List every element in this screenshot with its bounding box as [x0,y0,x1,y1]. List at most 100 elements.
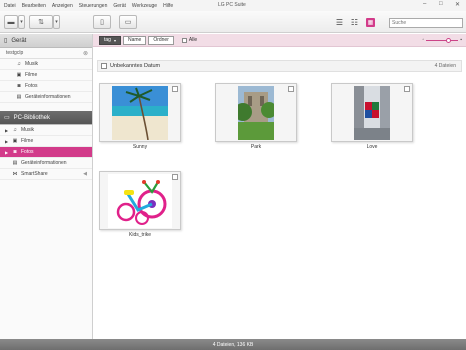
filter-bar: tag ▾ Name Ordner Alle ▫ ▪ [93,34,466,47]
photo-thumbnail-love[interactable] [331,83,413,142]
device-name: testgclp [6,50,24,56]
sync-button[interactable]: ⇅ [29,15,53,29]
menu-help[interactable]: Hilfe [163,3,173,9]
sync-icon: ⇅ [38,19,44,26]
maximize-icon[interactable]: □ [439,1,443,7]
beach-photo [112,85,168,140]
photo-select-checkbox[interactable] [288,86,294,92]
transfer-to-pc-button[interactable]: ▭ [119,15,137,29]
sidebar-item-label: Geräteinformationen [25,94,71,100]
sidebar-item-smartshare[interactable]: ⋈ SmartShare ◀ [0,169,92,180]
menu-view[interactable]: Anzeigen [52,3,73,9]
photo-label-kids-trike: Kids_trike [129,232,151,238]
tag-filter-button[interactable]: tag ▾ [99,35,121,45]
folder-dropdown-button[interactable]: ▾ [18,15,25,29]
sync-dropdown-button[interactable]: ▾ [53,15,60,29]
group-title: Unbekanntes Datum [110,63,161,69]
device-name-row[interactable]: testgclp ⊗ [0,48,92,59]
sidebar-item-library-films[interactable]: ▶ ▣ Filme [0,136,92,147]
park-photo [238,85,274,140]
sidebar-item-label: SmartShare [21,171,48,177]
photo-thumbnail-kids-trike[interactable] [99,171,181,230]
grid-view-icon[interactable]: ▦ [366,18,375,27]
expand-arrow-icon[interactable]: ▶ [5,128,8,133]
select-all-label: Alle [188,37,198,43]
status-text: 4 Dateien, 136 KB [212,341,254,348]
zoom-in-icon[interactable]: ▪ [460,37,462,43]
chevron-down-icon: ▾ [55,19,58,25]
folder-icon: ▬ [7,18,15,26]
menu-edit[interactable]: Bearbeiten [22,3,46,9]
music-icon: ♫ [13,127,17,133]
sidebar-item-device-photos[interactable]: ◙ Fotos [0,81,92,92]
phone-transfer-icon: ▯ [100,19,104,26]
menu-controls[interactable]: Steuerungen [79,3,108,9]
share-icon: ⋈ [12,171,18,177]
toolbar: ▬ ▾ ⇅ ▾ ▯ ▭ ☰ ☷ ▦ [0,11,466,33]
film-icon: ▣ [16,72,22,78]
love-sculpture-photo [354,85,390,140]
disconnect-icon[interactable]: ⊗ [83,50,88,57]
collapse-icon[interactable]: ◀ [83,171,87,177]
group-file-count: 4 Dateien [434,63,456,69]
photo-label-sunny: Sunny [132,144,148,150]
zoom-slider-handle[interactable] [446,37,452,43]
photo-thumbnail-sunny[interactable] [99,83,181,142]
close-icon[interactable]: ✕ [455,1,460,8]
pc-transfer-icon: ▭ [124,19,132,26]
select-all-checkbox[interactable] [181,37,187,43]
menu-bar: Datei Bearbeiten Anzeigen Steuerungen Ge… [0,0,466,11]
menu-file[interactable]: Datei [4,3,16,9]
sidebar-item-label: Filme [25,72,38,78]
sidebar-item-library-music[interactable]: ▶ ♫ Musik [0,125,92,136]
sidebar-item-library-info[interactable]: ▤ Geräteinformationen [0,158,92,169]
photo-label-love: Love [366,144,378,150]
app-title: LG PC Suite [218,2,246,8]
sidebar: ▯ Gerät testgclp ⊗ ♫ Musik ▣ Filme ◙ Fot… [0,34,93,339]
sidebar-item-label: Fotos [21,149,34,155]
tricycle-photo [108,173,172,228]
menu-tools[interactable]: Werkzeuge [132,3,157,9]
detail-view-icon[interactable]: ☷ [350,18,359,27]
info-icon: ▤ [16,94,22,100]
library-section-header[interactable]: ▭ PC-Bibliothek [0,111,92,125]
transfer-to-device-button[interactable]: ▯ [93,15,111,29]
sidebar-item-device-music[interactable]: ♫ Musik [0,59,92,70]
expand-arrow-icon[interactable]: ▶ [5,150,8,155]
sidebar-item-device-films[interactable]: ▣ Filme [0,70,92,81]
minimize-icon[interactable]: – [423,1,426,7]
list-view-icon[interactable]: ☰ [335,18,344,27]
folder-icon: ▤ [12,160,18,166]
zoom-out-icon[interactable]: ▫ [422,37,424,43]
zoom-slider[interactable]: ▫ ▪ [422,37,462,43]
group-select-checkbox[interactable] [101,63,107,69]
monitor-icon: ▭ [4,115,10,121]
sidebar-item-label: Musik [25,61,39,67]
photo-icon: ◙ [17,83,21,89]
chevron-down-icon: ▾ [20,19,23,25]
folder-sort-button[interactable]: Ordner [148,35,174,45]
chevron-down-icon: ▾ [113,37,116,43]
photo-select-checkbox[interactable] [172,86,178,92]
sidebar-item-label: Fotos [25,83,38,89]
sidebar-item-label: Musik [21,127,35,133]
date-group-header: Unbekanntes Datum 4 Dateien [97,60,462,72]
photo-select-checkbox[interactable] [172,174,178,180]
library-header-label: PC-Bibliothek [13,114,51,121]
sidebar-item-library-photos[interactable]: ▶ ◙ Fotos [0,147,92,158]
sidebar-item-label: Geräteinformationen [21,160,67,166]
device-header-label: Gerät [11,37,27,44]
search-input[interactable] [389,18,463,28]
menu-device[interactable]: Gerät [113,3,126,9]
photo-thumbnail-park[interactable] [215,83,297,142]
status-bar: 4 Dateien, 136 KB [0,339,466,350]
name-sort-button[interactable]: Name [122,35,147,45]
expand-arrow-icon[interactable]: ▶ [5,139,8,144]
main-content: tag ▾ Name Ordner Alle ▫ ▪ Unbekanntes D… [93,34,466,339]
sidebar-item-label: Filme [21,138,34,144]
device-section-header[interactable]: ▯ Gerät [0,34,92,48]
folder-button[interactable]: ▬ [4,15,18,29]
photo-select-checkbox[interactable] [404,86,410,92]
tag-filter-label: tag [104,37,111,43]
sidebar-item-device-info[interactable]: ▤ Geräteinformationen [0,92,92,103]
